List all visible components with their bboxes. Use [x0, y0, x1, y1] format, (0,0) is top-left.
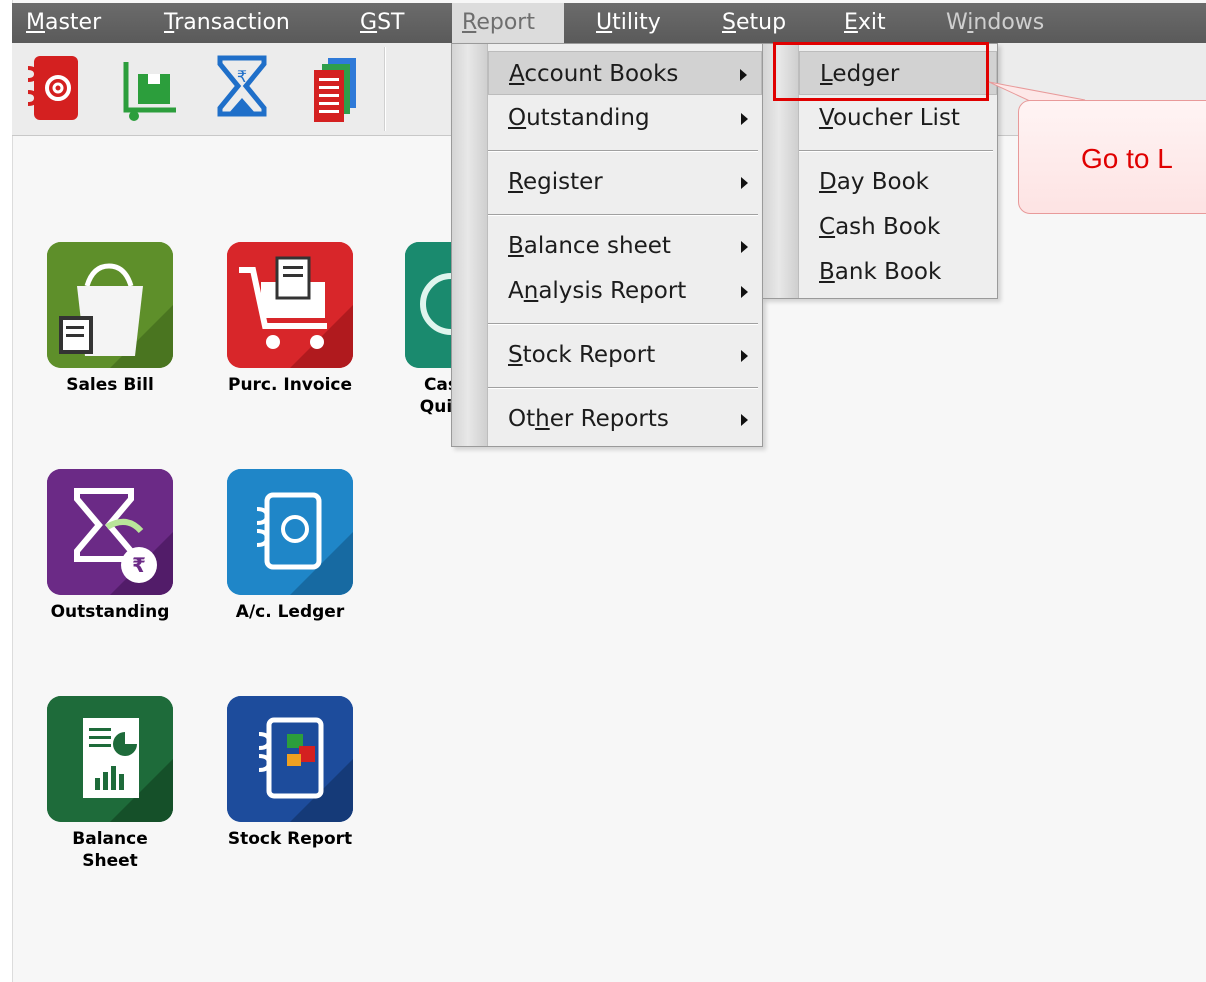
report-menu-balance-sheet[interactable]: Balance sheet	[488, 224, 762, 268]
menu-report[interactable]: Report	[452, 3, 564, 43]
stock-report-icon	[227, 696, 353, 822]
balance-sheet-icon	[47, 696, 173, 822]
menu-master[interactable]: Master	[16, 3, 111, 43]
menu-setup[interactable]: Setup	[712, 3, 796, 43]
sales-bill-label: Sales Bill	[66, 375, 154, 395]
outstanding-tile[interactable]: ₹	[47, 469, 173, 595]
hourglass-rupee-icon[interactable]: ₹	[212, 52, 272, 126]
menu-windows-label-b: ndows	[973, 10, 1045, 35]
ab-item-4-rest: ank Book	[834, 259, 942, 285]
stock-report-tile[interactable]	[227, 696, 353, 822]
menu-transaction-label: ransaction	[174, 10, 290, 35]
account-books-menu-day-book[interactable]: Day Book	[799, 160, 997, 204]
accel-o: O	[508, 105, 527, 131]
menubar: Master Transaction GST Report Utility Se…	[12, 3, 1206, 43]
report-item-6-a: Ot	[508, 406, 536, 432]
menu-gst[interactable]: GST	[350, 3, 414, 43]
report-menu-other-reports[interactable]: Other Reports	[488, 397, 762, 441]
accel-bk: B	[819, 259, 835, 285]
svg-text:₹: ₹	[237, 67, 247, 86]
submenu-arrow-icon	[740, 69, 747, 81]
menu-utility[interactable]: Utility	[586, 3, 671, 43]
report-item-0-rest: ccount Books	[524, 61, 679, 87]
shopping-bag-icon	[47, 242, 173, 368]
accel-r: R	[508, 169, 523, 195]
submenu-arrow-icon	[741, 241, 748, 253]
submenu-arrow-icon	[741, 113, 748, 125]
hourglass-rupee-icon: ₹	[47, 469, 173, 595]
report-item-2-rest: egister	[522, 169, 603, 195]
balance-sheet-label: Balance Sheet	[35, 828, 185, 872]
cart-icon	[227, 242, 353, 368]
ac-ledger-tile[interactable]	[227, 469, 353, 595]
account-books-menu-voucher-list[interactable]: Voucher List	[799, 96, 997, 140]
report-menu-stock-report[interactable]: Stock Report	[488, 333, 762, 377]
ledger-highlight-box	[773, 42, 989, 101]
submenu-arrow-icon	[741, 414, 748, 426]
report-menu-gutter	[452, 44, 488, 446]
report-item-6-rest: er Reports	[549, 406, 669, 432]
accel-h: h	[535, 406, 550, 432]
submenu-arrow-icon	[741, 177, 748, 189]
trolley-box-icon[interactable]	[120, 52, 180, 126]
menu-gst-label: ST	[377, 10, 405, 35]
menu-windows[interactable]: Windows	[936, 3, 1054, 43]
toolbar-separator	[384, 47, 386, 131]
menu-exit-label: xit	[857, 10, 886, 35]
report-item-1-rest: utstanding	[526, 105, 650, 131]
instruction-callout: Go to L	[1018, 100, 1206, 214]
submenu-arrow-icon	[741, 350, 748, 362]
menu-report-label: eport	[476, 10, 535, 35]
address-book-icon	[227, 469, 353, 595]
accel-c: C	[819, 214, 836, 240]
report-menu-account-books[interactable]: Account Books	[488, 51, 762, 95]
account-books-menu-bank-book[interactable]: Bank Book	[799, 250, 997, 294]
menu-master-label: aster	[44, 10, 102, 35]
accel-v: V	[819, 105, 833, 131]
accel-s: S	[508, 342, 523, 368]
report-menu-outstanding[interactable]: Outstanding	[488, 96, 762, 140]
ab-item-2-rest: ay Book	[836, 169, 929, 195]
accel-a: A	[509, 61, 525, 87]
ab-item-3-rest: ash Book	[835, 214, 941, 240]
menu-utility-label: tility	[612, 10, 661, 35]
outstanding-label: Outstanding	[50, 602, 170, 622]
accel-d: D	[819, 169, 837, 195]
svg-text:₹: ₹	[132, 553, 146, 577]
report-item-4-rest: alysis Report	[538, 278, 687, 304]
stacked-reports-icon[interactable]	[302, 52, 362, 126]
sales-bill-tile[interactable]	[47, 242, 173, 368]
balance-sheet-label-line2: Sheet	[82, 851, 138, 871]
menu-transaction[interactable]: Transaction	[154, 3, 300, 43]
address-book-icon[interactable]	[24, 52, 84, 126]
accel-b: B	[508, 233, 524, 259]
balance-sheet-tile[interactable]	[47, 696, 173, 822]
ab-item-1-rest: oucher List	[832, 105, 960, 131]
stock-report-label: Stock Report	[227, 829, 353, 849]
app-window: Master Transaction GST Report Utility Se…	[0, 0, 1206, 982]
report-item-4-a: A	[508, 278, 524, 304]
purchase-invoice-label: Purc. Invoice	[227, 375, 353, 395]
account-books-menu-cash-book[interactable]: Cash Book	[799, 205, 997, 249]
menu-exit[interactable]: Exit	[834, 3, 896, 43]
callout-text: Go to L	[1081, 143, 1173, 174]
menu-setup-label: etup	[735, 10, 787, 35]
report-item-5-rest: tock Report	[522, 342, 656, 368]
menu-separator	[488, 150, 758, 152]
balance-sheet-label-line1: Balance	[72, 829, 148, 849]
purchase-invoice-tile[interactable]	[227, 242, 353, 368]
report-menu-register[interactable]: Register	[488, 160, 762, 204]
accel-n: n	[523, 278, 539, 304]
report-menu-analysis-report[interactable]: Analysis Report	[488, 269, 762, 313]
report-menu: Account Books Outstanding Register Balan…	[451, 43, 763, 447]
menu-separator	[488, 323, 758, 325]
menu-separator	[488, 387, 758, 389]
menu-separator	[488, 214, 758, 216]
menu-separator	[799, 150, 993, 152]
report-item-3-rest: alance sheet	[523, 233, 671, 259]
menu-windows-label-a: W	[946, 10, 968, 35]
submenu-arrow-icon	[741, 286, 748, 298]
ac-ledger-label: A/c. Ledger	[235, 602, 345, 622]
